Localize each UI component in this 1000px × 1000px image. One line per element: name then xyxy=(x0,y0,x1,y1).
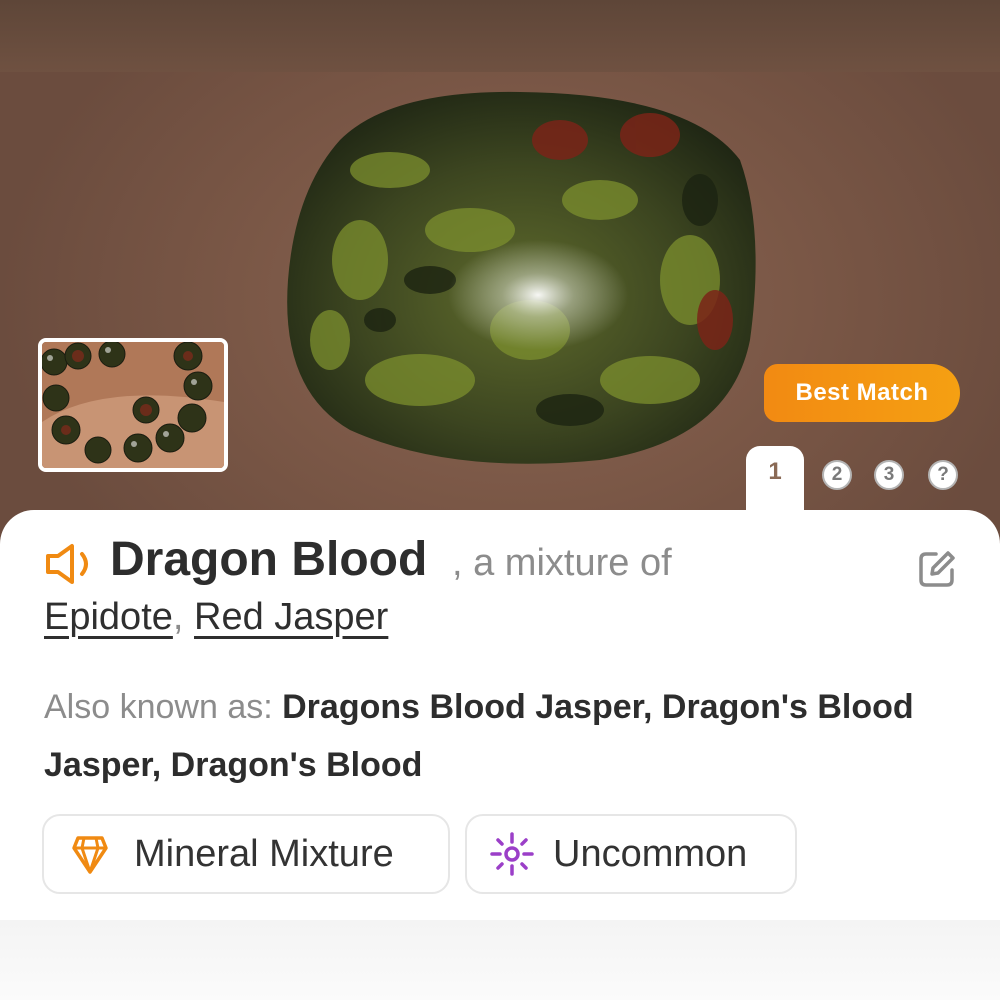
chip-mineral-mixture[interactable]: Mineral Mixture xyxy=(42,814,450,894)
also-known-as: Also known as: Dragons Blood Jasper, Dra… xyxy=(44,678,954,794)
aka-label: Also known as: xyxy=(44,688,283,726)
sparkle-icon xyxy=(490,832,534,876)
component-link-epidote[interactable]: Epidote xyxy=(44,596,173,638)
bottom-fade xyxy=(0,920,1000,1000)
result-tab-3[interactable]: 3 xyxy=(874,460,904,490)
best-match-badge: Best Match xyxy=(764,364,960,422)
dragon-blood-stone-image xyxy=(287,91,756,464)
component-link-red-jasper[interactable]: Red Jasper xyxy=(194,596,388,638)
result-tab-unknown[interactable]: ? xyxy=(928,460,958,490)
chip-uncommon[interactable]: Uncommon xyxy=(465,814,797,894)
mixture-components: Epidote, Red Jasper xyxy=(44,596,388,639)
crystal-icon xyxy=(72,836,108,874)
mixture-prefix: , a mixture of xyxy=(452,542,672,584)
result-tab-1-label: 1 xyxy=(768,458,782,485)
edit-icon[interactable] xyxy=(918,550,956,588)
component-separator: , xyxy=(172,596,184,638)
mineral-name: Dragon Blood xyxy=(110,533,428,586)
chip-label: Uncommon xyxy=(553,832,748,875)
speaker-icon[interactable] xyxy=(44,542,100,586)
result-tab-2[interactable]: 2 xyxy=(822,460,852,490)
bead-bracelet-image xyxy=(42,342,224,468)
bracelet-thumbnail[interactable] xyxy=(38,338,228,472)
photo-top-shadow xyxy=(0,0,1000,72)
chip-label: Mineral Mixture xyxy=(134,832,394,875)
